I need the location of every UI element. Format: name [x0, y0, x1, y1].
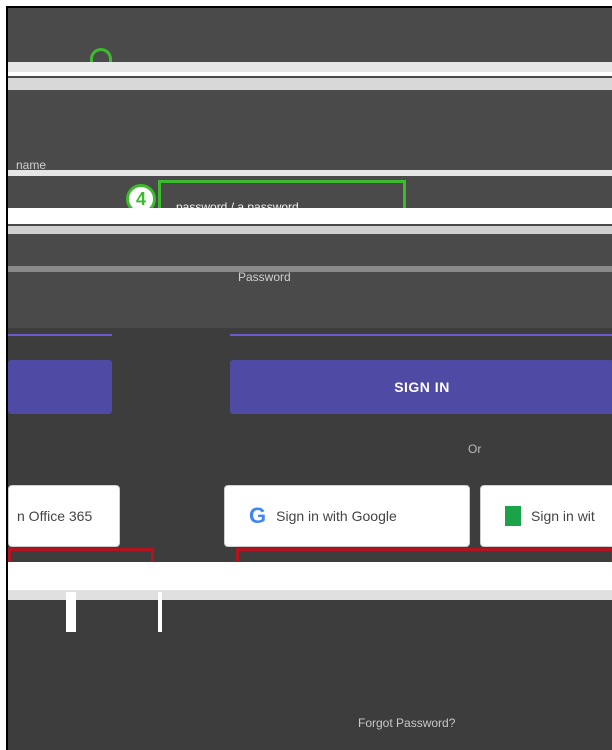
forgot-password-link[interactable]: Forgot Password? [358, 716, 455, 730]
sign-in-button-left[interactable] [8, 360, 112, 414]
username-underline [8, 170, 612, 176]
glitch-bar [66, 592, 76, 632]
or-separator: Or [468, 442, 482, 456]
office2-label: Sign in wit [531, 508, 595, 524]
top-band [8, 62, 612, 72]
screenshot-frame: name 4 password / a password Password SI… [6, 6, 612, 750]
confirm-label[interactable]: Password [238, 270, 291, 284]
google-icon: G [249, 503, 267, 528]
sso-row-2-underline [8, 590, 612, 600]
top-band-white [8, 72, 612, 76]
office-button[interactable]: Sign in wit [480, 485, 612, 547]
top-band-2 [8, 78, 612, 90]
sign-in-button[interactable]: SIGN IN [230, 360, 612, 414]
google-button[interactable]: G Sign in with Google [224, 485, 470, 547]
office365-button[interactable]: n Office 365 [8, 485, 120, 547]
password-row [8, 208, 612, 224]
password-underline [8, 226, 612, 234]
confirm-row [8, 266, 612, 272]
header-area: name [8, 8, 612, 328]
google-label: Sign in with Google [276, 508, 397, 524]
office365-label: n Office 365 [17, 508, 93, 524]
input-underline-left [8, 334, 112, 336]
sso-row-2 [8, 562, 612, 590]
input-underline-right [230, 334, 612, 336]
office-icon [505, 506, 521, 526]
glitch-bar-2 [158, 592, 162, 632]
